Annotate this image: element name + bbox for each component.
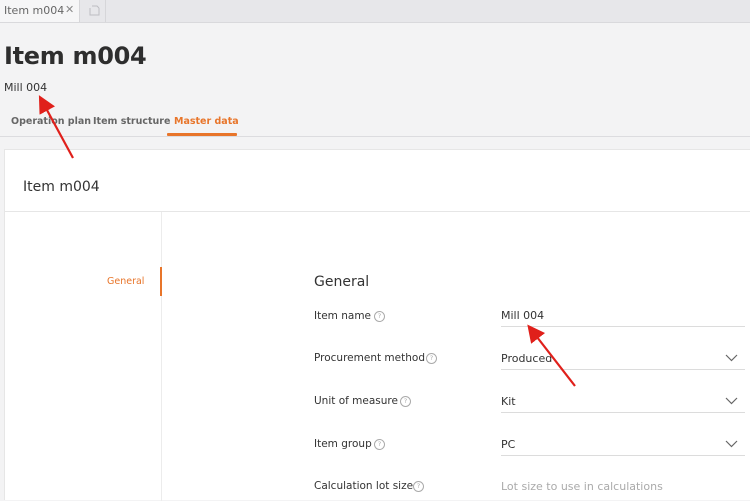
annotation-arrows <box>38 95 576 387</box>
annotation-arrow <box>38 95 74 159</box>
annotation-arrow <box>527 324 576 387</box>
